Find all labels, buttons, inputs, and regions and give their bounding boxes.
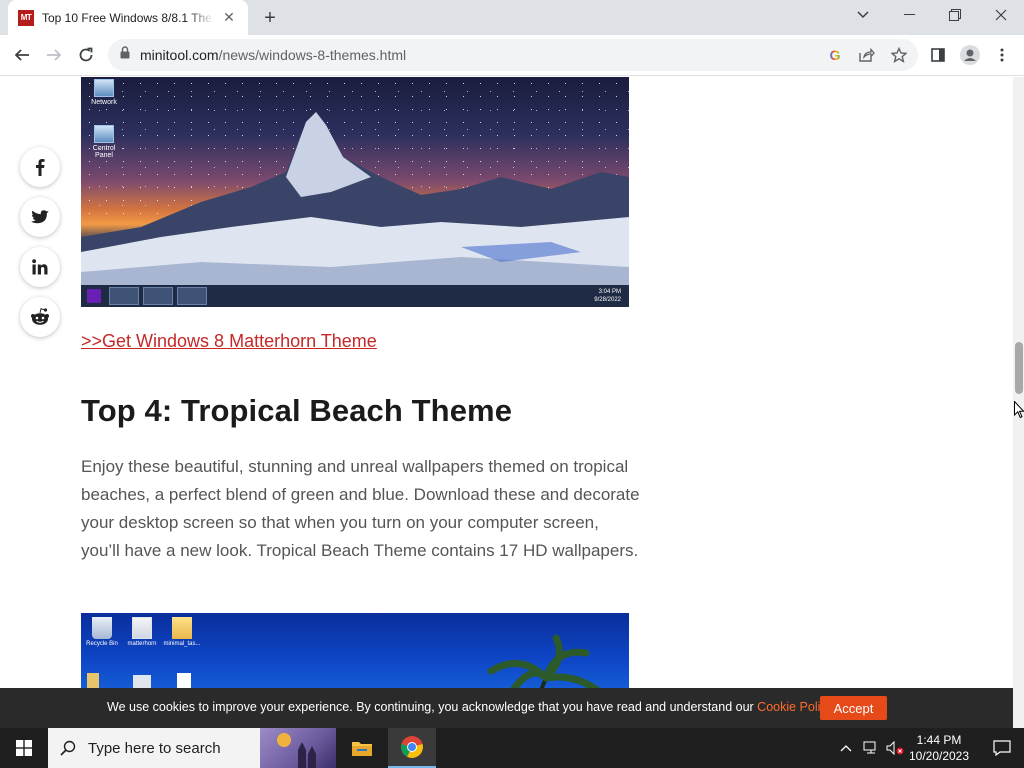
address-bar[interactable]: minitool.com/news/windows-8-themes.html … [108, 39, 918, 71]
share-reddit-button[interactable] [20, 297, 60, 337]
url-path: /news/windows-8-themes.html [218, 47, 407, 63]
section-heading: Top 4: Tropical Beach Theme [81, 393, 513, 428]
win8-start-icon [87, 289, 101, 303]
windows-start-button[interactable] [0, 728, 48, 768]
twitter-icon [31, 209, 49, 223]
share-twitter-button[interactable] [20, 197, 60, 237]
recycle-bin-desktop-icon: Recycle Bin [81, 617, 123, 647]
menu-kebab-icon[interactable] [988, 41, 1016, 69]
bookmark-star-icon[interactable] [888, 45, 910, 65]
reddit-icon [31, 308, 49, 325]
volume-muted-icon[interactable] [884, 728, 906, 768]
url-host: minitool.com [140, 47, 219, 63]
tab-search-button[interactable] [840, 0, 886, 30]
search-placeholder: Type here to search [88, 739, 221, 757]
notification-center-icon[interactable] [980, 728, 1024, 768]
show-hidden-icons-chevron[interactable] [836, 728, 856, 768]
google-icon[interactable]: G [824, 45, 846, 65]
get-matterhorn-theme-link[interactable]: >>Get Windows 8 Matterhorn Theme [81, 331, 377, 352]
folder-icon [352, 742, 372, 756]
clock-date: 10/20/2023 [908, 749, 970, 763]
ie-taskbar-icon [109, 287, 139, 305]
browser-toolbar: minitool.com/news/windows-8-themes.html … [0, 35, 1024, 76]
folder-icon-2 [87, 673, 99, 689]
matterhorn-theme-screenshot: Network Control Panel 3:04 PM 9/28/2022 [81, 77, 629, 307]
file-icon-2 [133, 675, 151, 689]
tab-title: Top 10 Free Windows 8/8.1 Themes [42, 10, 214, 25]
taskbar-search-box[interactable]: Type here to search [48, 728, 336, 768]
remote-taskbar-icon [177, 287, 207, 305]
clock-time: 1:44 PM [916, 733, 962, 747]
windows-logo-icon [16, 740, 32, 756]
share-facebook-button[interactable] [20, 147, 60, 187]
url-text: minitool.com/news/windows-8-themes.html [140, 47, 406, 63]
matterhorn-mountain [81, 112, 629, 307]
search-icon [60, 740, 76, 756]
network-desktop-icon: Network [87, 79, 121, 106]
win8-tray-clock: 3:04 PM 9/28/2022 [594, 289, 621, 303]
profile-avatar-icon[interactable] [956, 41, 984, 69]
matterhorn-desktop-icon: matterhorn [121, 617, 163, 647]
lock-icon[interactable] [120, 46, 130, 64]
reload-icon[interactable] [72, 41, 100, 69]
side-panel-icon[interactable] [924, 41, 952, 69]
cookie-banner: We use cookies to improve your experienc… [0, 688, 1013, 728]
cookie-message: We use cookies to improve your experienc… [107, 700, 835, 714]
file-explorer-taskbar-button[interactable] [338, 728, 386, 768]
chrome-icon [401, 736, 423, 758]
section-paragraph: Enjoy these beautiful, stunning and unre… [81, 457, 640, 560]
windows-taskbar: Type here to search 1:44 PM 10/20/2023 [0, 728, 1024, 768]
scrollbar-thumb[interactable] [1015, 342, 1023, 394]
control-panel-desktop-icon: Control Panel [87, 125, 121, 159]
explorer-taskbar-icon [143, 287, 173, 305]
screen: MT Top 10 Free Windows 8/8.1 Themes ✕ + [0, 0, 1024, 768]
forward-arrow-icon[interactable] [40, 41, 68, 69]
close-tab-icon[interactable]: ✕ [220, 9, 238, 27]
new-tab-button[interactable]: + [258, 6, 282, 30]
folder-desktop-icon: minimal_tas... [161, 617, 203, 647]
back-arrow-icon[interactable] [8, 41, 36, 69]
share-linkedin-button[interactable] [20, 247, 60, 287]
minitool-favicon: MT [18, 9, 34, 26]
restore-button[interactable] [932, 0, 978, 30]
page-viewport: Network Control Panel 3:04 PM 9/28/2022 … [0, 77, 1013, 728]
network-icon[interactable] [860, 728, 882, 768]
linkedin-icon [32, 259, 48, 275]
share-page-icon[interactable] [856, 45, 878, 65]
minimize-button[interactable] [886, 0, 932, 30]
chrome-taskbar-button[interactable] [388, 728, 436, 768]
tab-strip: MT Top 10 Free Windows 8/8.1 Themes ✕ + [0, 0, 1024, 35]
accept-cookies-button[interactable]: Accept [820, 696, 887, 720]
system-clock[interactable]: 1:44 PM 10/20/2023 [906, 732, 972, 764]
close-window-button[interactable] [978, 0, 1024, 30]
win8-taskbar: 3:04 PM 9/28/2022 [81, 285, 629, 307]
mouse-cursor-icon [1014, 401, 1024, 419]
browser-tab[interactable]: MT Top 10 Free Windows 8/8.1 Themes ✕ [8, 0, 248, 35]
search-highlight-art [260, 728, 336, 768]
facebook-icon [36, 159, 45, 176]
